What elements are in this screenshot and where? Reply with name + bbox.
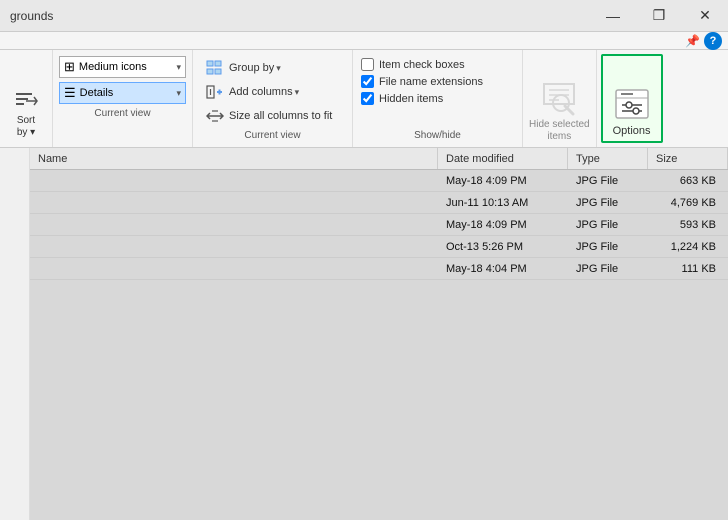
- nav-panel: [0, 148, 30, 520]
- details-dropdown[interactable]: ☰ Details ▾: [59, 82, 186, 104]
- item-checkboxes-row[interactable]: Item check boxes: [361, 56, 514, 73]
- hidden-items-checkbox[interactable]: [361, 92, 374, 105]
- add-columns-label: Add columns: [229, 86, 293, 98]
- details-label: Details: [80, 87, 114, 99]
- item-checkboxes-checkbox[interactable]: [361, 58, 374, 71]
- table-row[interactable]: May-18 4:09 PM JPG File 593 KB: [30, 214, 728, 236]
- sort-button[interactable]: Sortby ▾: [6, 83, 46, 143]
- medium-icons-label: Medium icons: [79, 61, 147, 73]
- size-all-columns-icon: [205, 107, 225, 125]
- file-size-cell: 663 KB: [648, 175, 728, 187]
- medium-icons-icon: ⊞: [64, 59, 75, 75]
- group-section-label: Current view: [201, 128, 344, 141]
- sort-section: Sortby ▾: [0, 50, 53, 147]
- title-bar: grounds — ❐ ✕: [0, 0, 728, 32]
- minimize-button[interactable]: —: [590, 0, 636, 32]
- size-all-columns-button[interactable]: Size all columns to fit: [201, 105, 344, 127]
- file-type-cell: JPG File: [568, 175, 648, 187]
- sort-icon: [12, 87, 40, 115]
- file-date-cell: May-18 4:04 PM: [438, 263, 568, 275]
- file-type-cell: JPG File: [568, 263, 648, 275]
- file-size-cell: 593 KB: [648, 219, 728, 231]
- col-header-name[interactable]: Name: [30, 148, 438, 169]
- group-by-label: Group by: [229, 62, 274, 74]
- pin-row: 📌 ?: [0, 32, 728, 50]
- file-type-cell: JPG File: [568, 197, 648, 209]
- hidden-items-label: Hidden items: [379, 93, 443, 105]
- close-button[interactable]: ✕: [682, 0, 728, 32]
- content-area: Name Date modified Type Size May-18 4:09…: [0, 148, 728, 520]
- col-header-size[interactable]: Size: [648, 148, 728, 169]
- file-size-cell: 1,224 KB: [648, 241, 728, 253]
- medium-icons-dropdown[interactable]: ⊞ Medium icons ▾: [59, 56, 186, 78]
- file-type-cell: JPG File: [568, 241, 648, 253]
- title-controls: — ❐ ✕: [590, 0, 728, 32]
- file-type-cell: JPG File: [568, 219, 648, 231]
- hidden-items-row[interactable]: Hidden items: [361, 90, 514, 107]
- hide-selected-section: Hide selected items: [523, 50, 597, 147]
- details-arrow: ▾: [176, 88, 181, 99]
- group-by-button[interactable]: Group by ▾: [201, 57, 344, 79]
- col-header-date[interactable]: Date modified: [438, 148, 568, 169]
- current-view-section: ⊞ Medium icons ▾ ☰ Details ▾ Current vie…: [53, 50, 193, 147]
- details-icon: ☰: [64, 85, 76, 101]
- pin-icon[interactable]: 📌: [685, 34, 700, 48]
- file-name-extensions-checkbox[interactable]: [361, 75, 374, 88]
- options-icon: [611, 83, 653, 125]
- file-size-cell: 111 KB: [648, 263, 728, 275]
- help-button[interactable]: ?: [704, 32, 722, 50]
- item-checkboxes-label: Item check boxes: [379, 59, 465, 71]
- add-columns-button[interactable]: Add columns ▾: [201, 81, 344, 103]
- col-header-type[interactable]: Type: [568, 148, 648, 169]
- file-list-area: Name Date modified Type Size May-18 4:09…: [30, 148, 728, 520]
- current-view-label: Current view: [59, 108, 186, 119]
- file-date-cell: May-18 4:09 PM: [438, 219, 568, 231]
- file-list-header: Name Date modified Type Size: [30, 148, 728, 170]
- hide-selected-icon: [538, 75, 580, 117]
- medium-icons-arrow: ▾: [176, 62, 181, 73]
- group-by-icon: [205, 59, 225, 77]
- file-date-cell: May-18 4:09 PM: [438, 175, 568, 187]
- maximize-button[interactable]: ❐: [636, 0, 682, 32]
- group-by-arrow: ▾: [276, 63, 281, 74]
- showhide-section: Item check boxes File name extensions Hi…: [353, 50, 523, 147]
- table-row[interactable]: May-18 4:09 PM JPG File 663 KB: [30, 170, 728, 192]
- table-row[interactable]: Oct-13 5:26 PM JPG File 1,224 KB: [30, 236, 728, 258]
- hide-selected-label: Hide selected items: [529, 119, 590, 143]
- file-name-extensions-label: File name extensions: [379, 76, 483, 88]
- ribbon: Sortby ▾ ⊞ Medium icons ▾ ☰ Details ▾ Cu…: [0, 50, 728, 148]
- window: grounds — ❐ ✕ 📌 ?: [0, 0, 728, 520]
- options-label: Options: [613, 125, 651, 137]
- showhide-section-label: Show/hide: [361, 128, 514, 141]
- group-section: Group by ▾ Add columns ▾: [193, 50, 353, 147]
- size-all-columns-label: Size all columns to fit: [229, 110, 332, 122]
- file-name-extensions-row[interactable]: File name extensions: [361, 73, 514, 90]
- options-section[interactable]: Options: [601, 54, 663, 143]
- file-size-cell: 4,769 KB: [648, 197, 728, 209]
- add-columns-arrow: ▾: [295, 87, 300, 98]
- file-date-cell: Oct-13 5:26 PM: [438, 241, 568, 253]
- window-title: grounds: [10, 9, 53, 23]
- table-row[interactable]: May-18 4:04 PM JPG File 111 KB: [30, 258, 728, 280]
- table-row[interactable]: Jun-11 10:13 AM JPG File 4,769 KB: [30, 192, 728, 214]
- add-columns-icon: [205, 83, 225, 101]
- sort-label: Sortby ▾: [17, 115, 35, 139]
- file-date-cell: Jun-11 10:13 AM: [438, 197, 568, 209]
